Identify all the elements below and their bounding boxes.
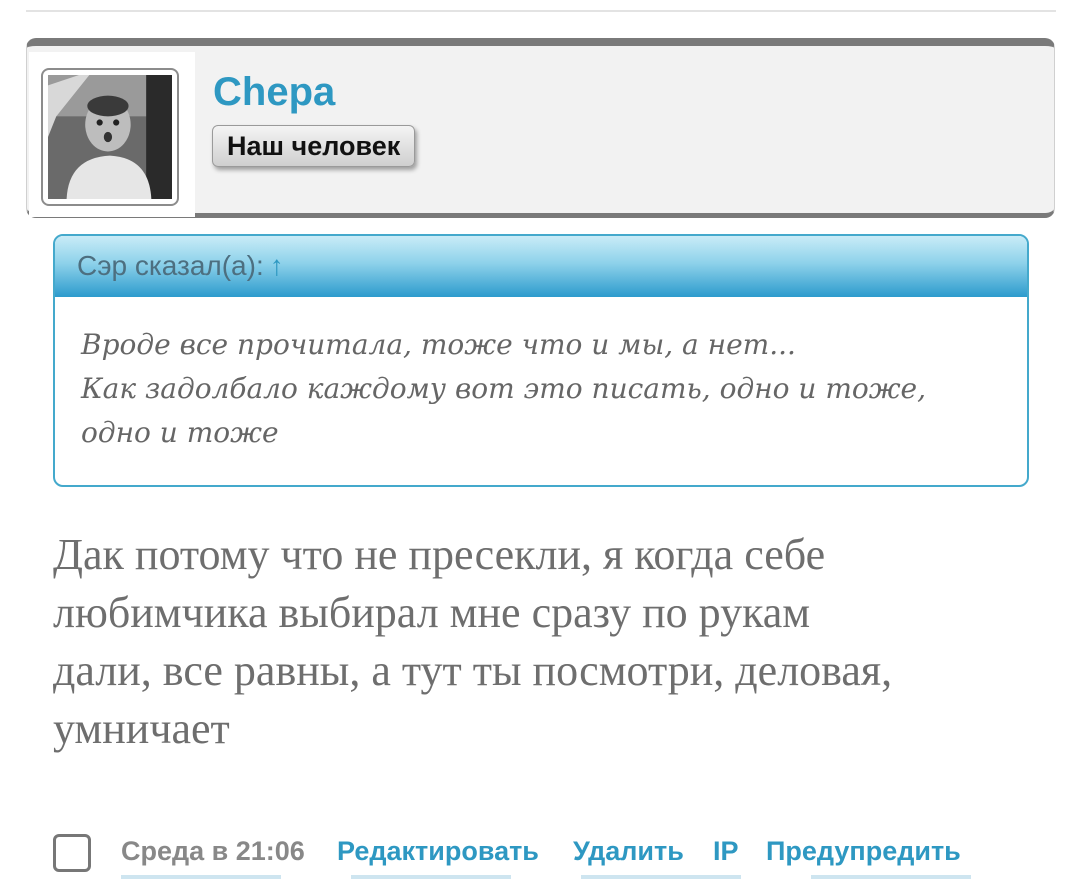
user-avatar-icon [48,75,172,199]
quote-line: Вроде все прочитала, тоже что и мы, а не… [81,328,796,361]
user-profile-card: Chepa Наш человек [26,38,1055,218]
post-message: Дак потому что не пресекли, я когда себе… [53,526,1043,758]
post-date: Среда в 21:06 [121,836,305,866]
user-rank-badge: Наш человек [212,125,416,167]
avatar-container [29,52,195,217]
jump-to-quote-arrow-icon[interactable]: ↑ [270,250,284,281]
post-text-line: любимчика выбирал мне сразу по рукам [53,588,811,637]
quote-line: Как задолбало каждому вот это писать, од… [81,372,927,405]
quote-line: одно и тоже [81,416,279,449]
footer-second-row [121,875,981,879]
post-footer: Среда в 21:06 Редактировать Удалить IP П… [53,834,1053,879]
quote-body: Вроде все прочитала, тоже что и мы, а не… [55,297,1027,455]
quote-header: Сэр сказал(а): ↑ [55,236,1027,297]
username-link[interactable]: Chepa [213,70,335,115]
quote-author-label: Сэр сказал(а): [77,250,264,281]
delete-link[interactable]: Удалить [573,836,684,867]
post-text-line: Дак потому что не пресекли, я когда себе [53,530,826,579]
post-text-line: дали, все равны, а тут ты посмотри, дело… [53,646,893,695]
edit-link[interactable]: Редактировать [337,836,539,867]
ip-link[interactable]: IP [713,836,739,867]
quote-block: Сэр сказал(а): ↑ Вроде все прочитала, тож… [53,234,1029,487]
select-post-checkbox[interactable] [53,834,91,872]
warn-link[interactable]: Предупредить [766,836,961,867]
post-text-line: умничает [53,704,230,753]
top-divider [26,10,1056,12]
avatar[interactable] [41,68,179,206]
